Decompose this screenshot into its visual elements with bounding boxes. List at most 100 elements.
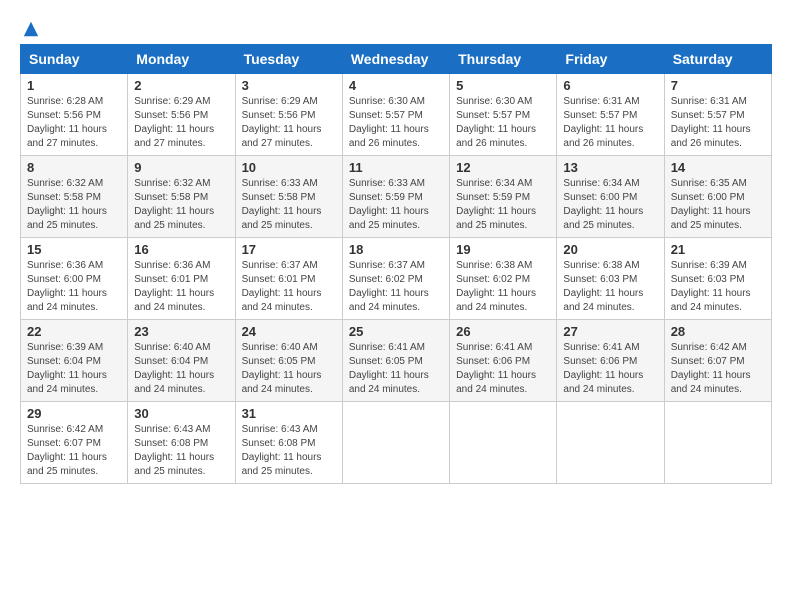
calendar-cell — [450, 402, 557, 484]
day-number: 1 — [27, 78, 121, 93]
day-info: Sunrise: 6:37 AM Sunset: 6:01 PM Dayligh… — [242, 259, 336, 315]
day-number: 16 — [134, 242, 228, 257]
calendar-day-header: Tuesday — [235, 45, 342, 74]
day-info: Sunrise: 6:40 AM Sunset: 6:05 PM Dayligh… — [242, 341, 336, 397]
calendar-cell: 11 Sunrise: 6:33 AM Sunset: 5:59 PM Dayli… — [342, 156, 449, 238]
day-info: Sunrise: 6:41 AM Sunset: 6:05 PM Dayligh… — [349, 341, 443, 397]
calendar-cell: 3Sunrise: 6:29 AM Sunset: 5:56 PM Daylig… — [235, 74, 342, 156]
calendar-header-row: SundayMondayTuesdayWednesdayThursdayFrid… — [21, 45, 772, 74]
calendar-cell: 23 Sunrise: 6:40 AM Sunset: 6:04 PM Dayli… — [128, 320, 235, 402]
logo-icon — [22, 20, 40, 38]
calendar-table: SundayMondayTuesdayWednesdayThursdayFrid… — [20, 44, 772, 484]
day-info: Sunrise: 6:34 AM Sunset: 5:59 PM Dayligh… — [456, 177, 550, 233]
calendar-cell: 16 Sunrise: 6:36 AM Sunset: 6:01 PM Dayli… — [128, 238, 235, 320]
logo — [20, 20, 40, 34]
calendar-week-row: 22 Sunrise: 6:39 AM Sunset: 6:04 PM Dayli… — [21, 320, 772, 402]
calendar-cell: 10 Sunrise: 6:33 AM Sunset: 5:58 PM Dayli… — [235, 156, 342, 238]
calendar-cell: 20 Sunrise: 6:38 AM Sunset: 6:03 PM Dayli… — [557, 238, 664, 320]
day-number: 28 — [671, 324, 765, 339]
day-info: Sunrise: 6:35 AM Sunset: 6:00 PM Dayligh… — [671, 177, 765, 233]
calendar-week-row: 8 Sunrise: 6:32 AM Sunset: 5:58 PM Daylig… — [21, 156, 772, 238]
calendar-cell: 17 Sunrise: 6:37 AM Sunset: 6:01 PM Dayli… — [235, 238, 342, 320]
day-number: 11 — [349, 160, 443, 175]
day-number: 7 — [671, 78, 765, 93]
calendar-day-header: Thursday — [450, 45, 557, 74]
day-number: 25 — [349, 324, 443, 339]
day-number: 17 — [242, 242, 336, 257]
calendar-day-header: Sunday — [21, 45, 128, 74]
day-info: Sunrise: 6:33 AM Sunset: 5:59 PM Dayligh… — [349, 177, 443, 233]
day-info: Sunrise: 6:33 AM Sunset: 5:58 PM Dayligh… — [242, 177, 336, 233]
day-number: 23 — [134, 324, 228, 339]
calendar-cell: 5Sunrise: 6:30 AM Sunset: 5:57 PM Daylig… — [450, 74, 557, 156]
calendar-cell: 30 Sunrise: 6:43 AM Sunset: 6:08 PM Dayli… — [128, 402, 235, 484]
day-info: Sunrise: 6:38 AM Sunset: 6:03 PM Dayligh… — [563, 259, 657, 315]
calendar-day-header: Friday — [557, 45, 664, 74]
day-info: Sunrise: 6:42 AM Sunset: 6:07 PM Dayligh… — [27, 423, 121, 479]
calendar-cell — [664, 402, 771, 484]
calendar-cell: 22 Sunrise: 6:39 AM Sunset: 6:04 PM Dayli… — [21, 320, 128, 402]
day-info: Sunrise: 6:30 AM Sunset: 5:57 PM Dayligh… — [349, 95, 443, 151]
calendar-cell — [342, 402, 449, 484]
day-number: 18 — [349, 242, 443, 257]
day-info: Sunrise: 6:37 AM Sunset: 6:02 PM Dayligh… — [349, 259, 443, 315]
calendar-cell: 26 Sunrise: 6:41 AM Sunset: 6:06 PM Dayli… — [450, 320, 557, 402]
day-info: Sunrise: 6:43 AM Sunset: 6:08 PM Dayligh… — [134, 423, 228, 479]
calendar-day-header: Saturday — [664, 45, 771, 74]
day-number: 12 — [456, 160, 550, 175]
calendar-day-header: Wednesday — [342, 45, 449, 74]
day-number: 20 — [563, 242, 657, 257]
day-number: 29 — [27, 406, 121, 421]
day-number: 15 — [27, 242, 121, 257]
calendar-cell: 21Sunrise: 6:39 AM Sunset: 6:03 PM Dayli… — [664, 238, 771, 320]
calendar-cell: 27 Sunrise: 6:41 AM Sunset: 6:06 PM Dayli… — [557, 320, 664, 402]
day-number: 8 — [27, 160, 121, 175]
day-number: 30 — [134, 406, 228, 421]
calendar-cell: 29 Sunrise: 6:42 AM Sunset: 6:07 PM Dayli… — [21, 402, 128, 484]
day-info: Sunrise: 6:29 AM Sunset: 5:56 PM Dayligh… — [242, 95, 336, 151]
day-info: Sunrise: 6:29 AM Sunset: 5:56 PM Dayligh… — [134, 95, 228, 151]
calendar-cell: 18 Sunrise: 6:37 AM Sunset: 6:02 PM Dayli… — [342, 238, 449, 320]
day-info: Sunrise: 6:43 AM Sunset: 6:08 PM Dayligh… — [242, 423, 336, 479]
day-info: Sunrise: 6:31 AM Sunset: 5:57 PM Dayligh… — [671, 95, 765, 151]
day-info: Sunrise: 6:42 AM Sunset: 6:07 PM Dayligh… — [671, 341, 765, 397]
calendar-cell: 6Sunrise: 6:31 AM Sunset: 5:57 PM Daylig… — [557, 74, 664, 156]
day-number: 26 — [456, 324, 550, 339]
day-info: Sunrise: 6:41 AM Sunset: 6:06 PM Dayligh… — [456, 341, 550, 397]
calendar-cell: 19Sunrise: 6:38 AM Sunset: 6:02 PM Dayli… — [450, 238, 557, 320]
day-number: 14 — [671, 160, 765, 175]
calendar-cell: 24 Sunrise: 6:40 AM Sunset: 6:05 PM Dayli… — [235, 320, 342, 402]
day-number: 24 — [242, 324, 336, 339]
day-info: Sunrise: 6:34 AM Sunset: 6:00 PM Dayligh… — [563, 177, 657, 233]
day-number: 9 — [134, 160, 228, 175]
calendar-cell: 15 Sunrise: 6:36 AM Sunset: 6:00 PM Dayli… — [21, 238, 128, 320]
day-info: Sunrise: 6:38 AM Sunset: 6:02 PM Dayligh… — [456, 259, 550, 315]
calendar-cell: 9 Sunrise: 6:32 AM Sunset: 5:58 PM Daylig… — [128, 156, 235, 238]
calendar-cell — [557, 402, 664, 484]
day-number: 31 — [242, 406, 336, 421]
calendar-cell: 14 Sunrise: 6:35 AM Sunset: 6:00 PM Dayli… — [664, 156, 771, 238]
day-info: Sunrise: 6:41 AM Sunset: 6:06 PM Dayligh… — [563, 341, 657, 397]
day-info: Sunrise: 6:36 AM Sunset: 6:00 PM Dayligh… — [27, 259, 121, 315]
calendar-cell: 25 Sunrise: 6:41 AM Sunset: 6:05 PM Dayli… — [342, 320, 449, 402]
calendar-week-row: 15 Sunrise: 6:36 AM Sunset: 6:00 PM Dayli… — [21, 238, 772, 320]
day-number: 27 — [563, 324, 657, 339]
calendar-cell: 13Sunrise: 6:34 AM Sunset: 6:00 PM Dayli… — [557, 156, 664, 238]
day-info: Sunrise: 6:32 AM Sunset: 5:58 PM Dayligh… — [134, 177, 228, 233]
page-header — [20, 20, 772, 34]
day-number: 21 — [671, 242, 765, 257]
calendar-cell: 12 Sunrise: 6:34 AM Sunset: 5:59 PM Dayli… — [450, 156, 557, 238]
day-number: 10 — [242, 160, 336, 175]
day-info: Sunrise: 6:40 AM Sunset: 6:04 PM Dayligh… — [134, 341, 228, 397]
calendar-week-row: 1 Sunrise: 6:28 AM Sunset: 5:56 PM Daylig… — [21, 74, 772, 156]
day-number: 6 — [563, 78, 657, 93]
day-number: 22 — [27, 324, 121, 339]
day-number: 4 — [349, 78, 443, 93]
calendar-week-row: 29 Sunrise: 6:42 AM Sunset: 6:07 PM Dayli… — [21, 402, 772, 484]
day-info: Sunrise: 6:28 AM Sunset: 5:56 PM Dayligh… — [27, 95, 121, 151]
day-info: Sunrise: 6:36 AM Sunset: 6:01 PM Dayligh… — [134, 259, 228, 315]
calendar-cell: 2Sunrise: 6:29 AM Sunset: 5:56 PM Daylig… — [128, 74, 235, 156]
calendar-cell: 1 Sunrise: 6:28 AM Sunset: 5:56 PM Daylig… — [21, 74, 128, 156]
day-info: Sunrise: 6:39 AM Sunset: 6:04 PM Dayligh… — [27, 341, 121, 397]
day-number: 5 — [456, 78, 550, 93]
